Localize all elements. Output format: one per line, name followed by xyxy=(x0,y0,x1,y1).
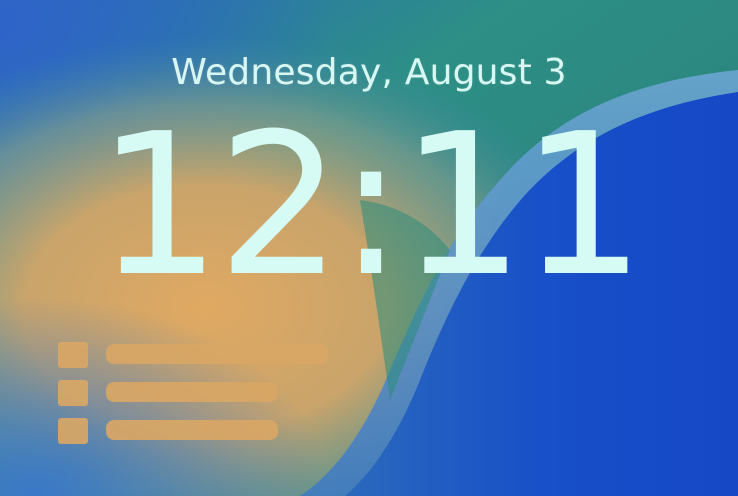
clock-time: 12:11 xyxy=(96,92,646,320)
list-icon[interactable] xyxy=(58,340,348,450)
lock-screen: Wednesday, August 3 12:11 xyxy=(0,0,738,496)
date-label: Wednesday, August 3 xyxy=(171,52,567,93)
